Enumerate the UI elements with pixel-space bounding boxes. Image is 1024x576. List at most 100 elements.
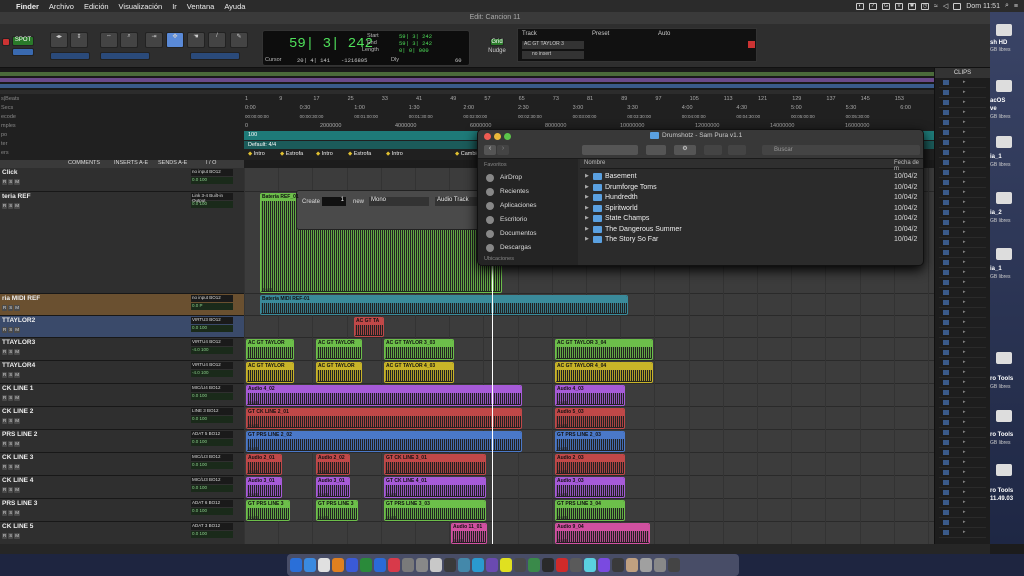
link-buttons[interactable] bbox=[190, 52, 240, 60]
inserts-slots[interactable] bbox=[112, 408, 190, 426]
disclosure-icon[interactable]: ▸ bbox=[963, 179, 966, 185]
sidebar-item-descargas[interactable]: Descargas bbox=[478, 241, 578, 255]
clip-list-item[interactable]: ▸ bbox=[939, 458, 986, 468]
clip-list-item[interactable]: ▸ bbox=[939, 128, 986, 138]
dock-app-icon[interactable] bbox=[528, 558, 540, 572]
marker-5[interactable]: ◆ Cambio bbox=[455, 151, 480, 157]
clip-list-item[interactable]: ▸ bbox=[939, 298, 986, 308]
clip-list-item[interactable]: ▸ bbox=[939, 148, 986, 158]
track-button-s[interactable]: S bbox=[8, 510, 14, 516]
audio-clip[interactable]: Audio 3_01 0 dB bbox=[316, 477, 350, 498]
audio-clip[interactable]: Audio 4_02 0 dB bbox=[246, 385, 522, 406]
clip-list-item[interactable]: ▸ bbox=[939, 138, 986, 148]
track-button-m[interactable]: M bbox=[14, 510, 21, 516]
track-button-s[interactable]: S bbox=[8, 441, 14, 447]
clips-header[interactable]: CLIPS bbox=[935, 68, 990, 78]
track-name[interactable]: CK LINE 2 bbox=[2, 408, 33, 415]
pan-value[interactable]: 100 bbox=[200, 325, 208, 330]
track-button-s[interactable]: S bbox=[8, 487, 14, 493]
dock-app-icon[interactable] bbox=[612, 558, 624, 572]
disclosure-icon[interactable]: ▸ bbox=[963, 139, 966, 145]
disclosure-icon[interactable]: ▸ bbox=[963, 469, 966, 475]
input-label[interactable]: MIC/LI3 bbox=[192, 477, 208, 482]
menu-app-name[interactable]: Finder bbox=[16, 2, 39, 11]
forward-icon[interactable]: › bbox=[497, 145, 509, 155]
input-label[interactable]: VIRTU4 bbox=[192, 339, 208, 344]
zoom-toggle-icon[interactable]: ◂▸ bbox=[50, 32, 68, 48]
audio-clip[interactable]: AC GT TAYLOR bbox=[316, 362, 362, 383]
dock-app-icon[interactable] bbox=[346, 558, 358, 572]
inserts-slots[interactable] bbox=[112, 385, 190, 403]
menu-ventana[interactable]: Ventana bbox=[187, 2, 215, 11]
menu-list-icon[interactable]: ≡ bbox=[1014, 3, 1018, 10]
dock-app-icon[interactable] bbox=[668, 558, 680, 572]
io-routing[interactable]: ADAT 6 BO12 bbox=[191, 500, 233, 507]
clip-list-item[interactable]: ▸ bbox=[939, 378, 986, 388]
main-counter-value[interactable]: 59| 3| 242 bbox=[289, 36, 373, 52]
dock-app-icon[interactable] bbox=[458, 558, 470, 572]
track-button-m[interactable]: M bbox=[14, 179, 21, 185]
track-button-m[interactable]: M bbox=[14, 464, 21, 470]
audio-clip[interactable]: AC GT TAYLOR 3_03 bbox=[384, 339, 454, 360]
track-header-row[interactable]: CK LINE 3 R S M MIC/LI3 BO12 0.0 100 bbox=[0, 453, 244, 476]
disclosure-icon[interactable]: ▸ bbox=[963, 269, 966, 275]
drive-icon[interactable] bbox=[996, 248, 1012, 260]
dock-app-icon[interactable] bbox=[318, 558, 330, 572]
track-button-m[interactable]: M bbox=[14, 305, 21, 311]
spot-mode-button[interactable]: SPOT bbox=[12, 36, 34, 46]
finder-row[interactable]: ▶ State Champs 10/04/2 bbox=[580, 214, 923, 225]
marker-1[interactable]: ◆ Estrofa bbox=[280, 151, 303, 157]
clip-list-item[interactable]: ▸ bbox=[939, 348, 986, 358]
disclosure-icon[interactable]: ▸ bbox=[963, 169, 966, 175]
audio-clip[interactable]: AC GT TAYLOR bbox=[246, 339, 294, 360]
sidebar-item-escritorio[interactable]: Escritorio bbox=[478, 213, 578, 227]
disclosure-icon[interactable]: ▶ bbox=[585, 226, 589, 232]
output-label[interactable]: BO12 bbox=[209, 339, 221, 344]
track-button-m[interactable]: M bbox=[14, 372, 21, 378]
clip-list-item[interactable]: ▸ bbox=[939, 208, 986, 218]
track-button-r[interactable]: R bbox=[2, 327, 8, 333]
track-name[interactable]: TTAYLOR3 bbox=[2, 339, 35, 346]
track-button-m[interactable]: M bbox=[14, 327, 21, 333]
track-button-s[interactable]: S bbox=[8, 418, 14, 424]
pan-value[interactable]: 100 bbox=[200, 416, 208, 421]
disclosure-icon[interactable]: ▸ bbox=[963, 99, 966, 105]
disclosure-icon[interactable]: ▸ bbox=[963, 199, 966, 205]
dock-app-icon[interactable] bbox=[416, 558, 428, 572]
disclosure-icon[interactable]: ▸ bbox=[963, 129, 966, 135]
disclosure-icon[interactable]: ▸ bbox=[963, 529, 966, 535]
io-routing[interactable]: ADAT 5 BO12 bbox=[191, 431, 233, 438]
share-icon[interactable] bbox=[704, 145, 722, 155]
clip-list-item[interactable]: ▸ bbox=[939, 488, 986, 498]
track-name[interactable]: teria REF bbox=[2, 193, 31, 200]
bluetooth-icon[interactable]: ✱ bbox=[908, 2, 917, 10]
volume-pan[interactable]: -4.0 100 bbox=[191, 347, 233, 354]
clip-list-item[interactable]: ▸ bbox=[939, 268, 986, 278]
menu-edicion[interactable]: Edición bbox=[84, 2, 109, 11]
dock-app-icon[interactable] bbox=[290, 558, 302, 572]
sidebar-item-airdrop[interactable]: AirDrop bbox=[478, 171, 578, 185]
dock-app-icon[interactable] bbox=[332, 558, 344, 572]
finder-row[interactable]: ▶ Hundredth 10/04/2 bbox=[580, 193, 923, 204]
disclosure-icon[interactable]: ▸ bbox=[963, 309, 966, 315]
audio-clip[interactable]: Audio 11_01 0 dB bbox=[451, 523, 487, 544]
disclosure-icon[interactable]: ▸ bbox=[963, 119, 966, 125]
clip-list-item[interactable]: ▸ bbox=[939, 278, 986, 288]
track-button-s[interactable]: S bbox=[8, 349, 14, 355]
track-name[interactable]: TTAYLOR4 bbox=[2, 362, 35, 369]
track-count-input[interactable]: 1 bbox=[322, 197, 346, 206]
inserts-slots[interactable] bbox=[112, 362, 190, 380]
audio-clip[interactable]: Audio 5_03 0 dB bbox=[555, 408, 625, 429]
finder-row[interactable]: ▶ The Dangerous Summer 10/04/2 bbox=[580, 225, 923, 236]
disclosure-icon[interactable]: ▸ bbox=[963, 289, 966, 295]
track-button-r[interactable]: R bbox=[2, 179, 8, 185]
clip-list-item[interactable]: ▸ bbox=[939, 388, 986, 398]
output-label[interactable]: BO12 bbox=[209, 317, 221, 322]
track-button-m[interactable]: M bbox=[14, 349, 21, 355]
volume-value[interactable]: -4.0 bbox=[192, 347, 200, 352]
io-routing[interactable]: LINE 3 BO12 bbox=[191, 408, 233, 415]
track-name[interactable]: PRS LINE 3 bbox=[2, 500, 37, 507]
gear-icon[interactable]: ⚙ bbox=[674, 145, 696, 155]
dock-app-icon[interactable] bbox=[654, 558, 666, 572]
input-label[interactable]: ADAT 3 bbox=[192, 523, 207, 528]
